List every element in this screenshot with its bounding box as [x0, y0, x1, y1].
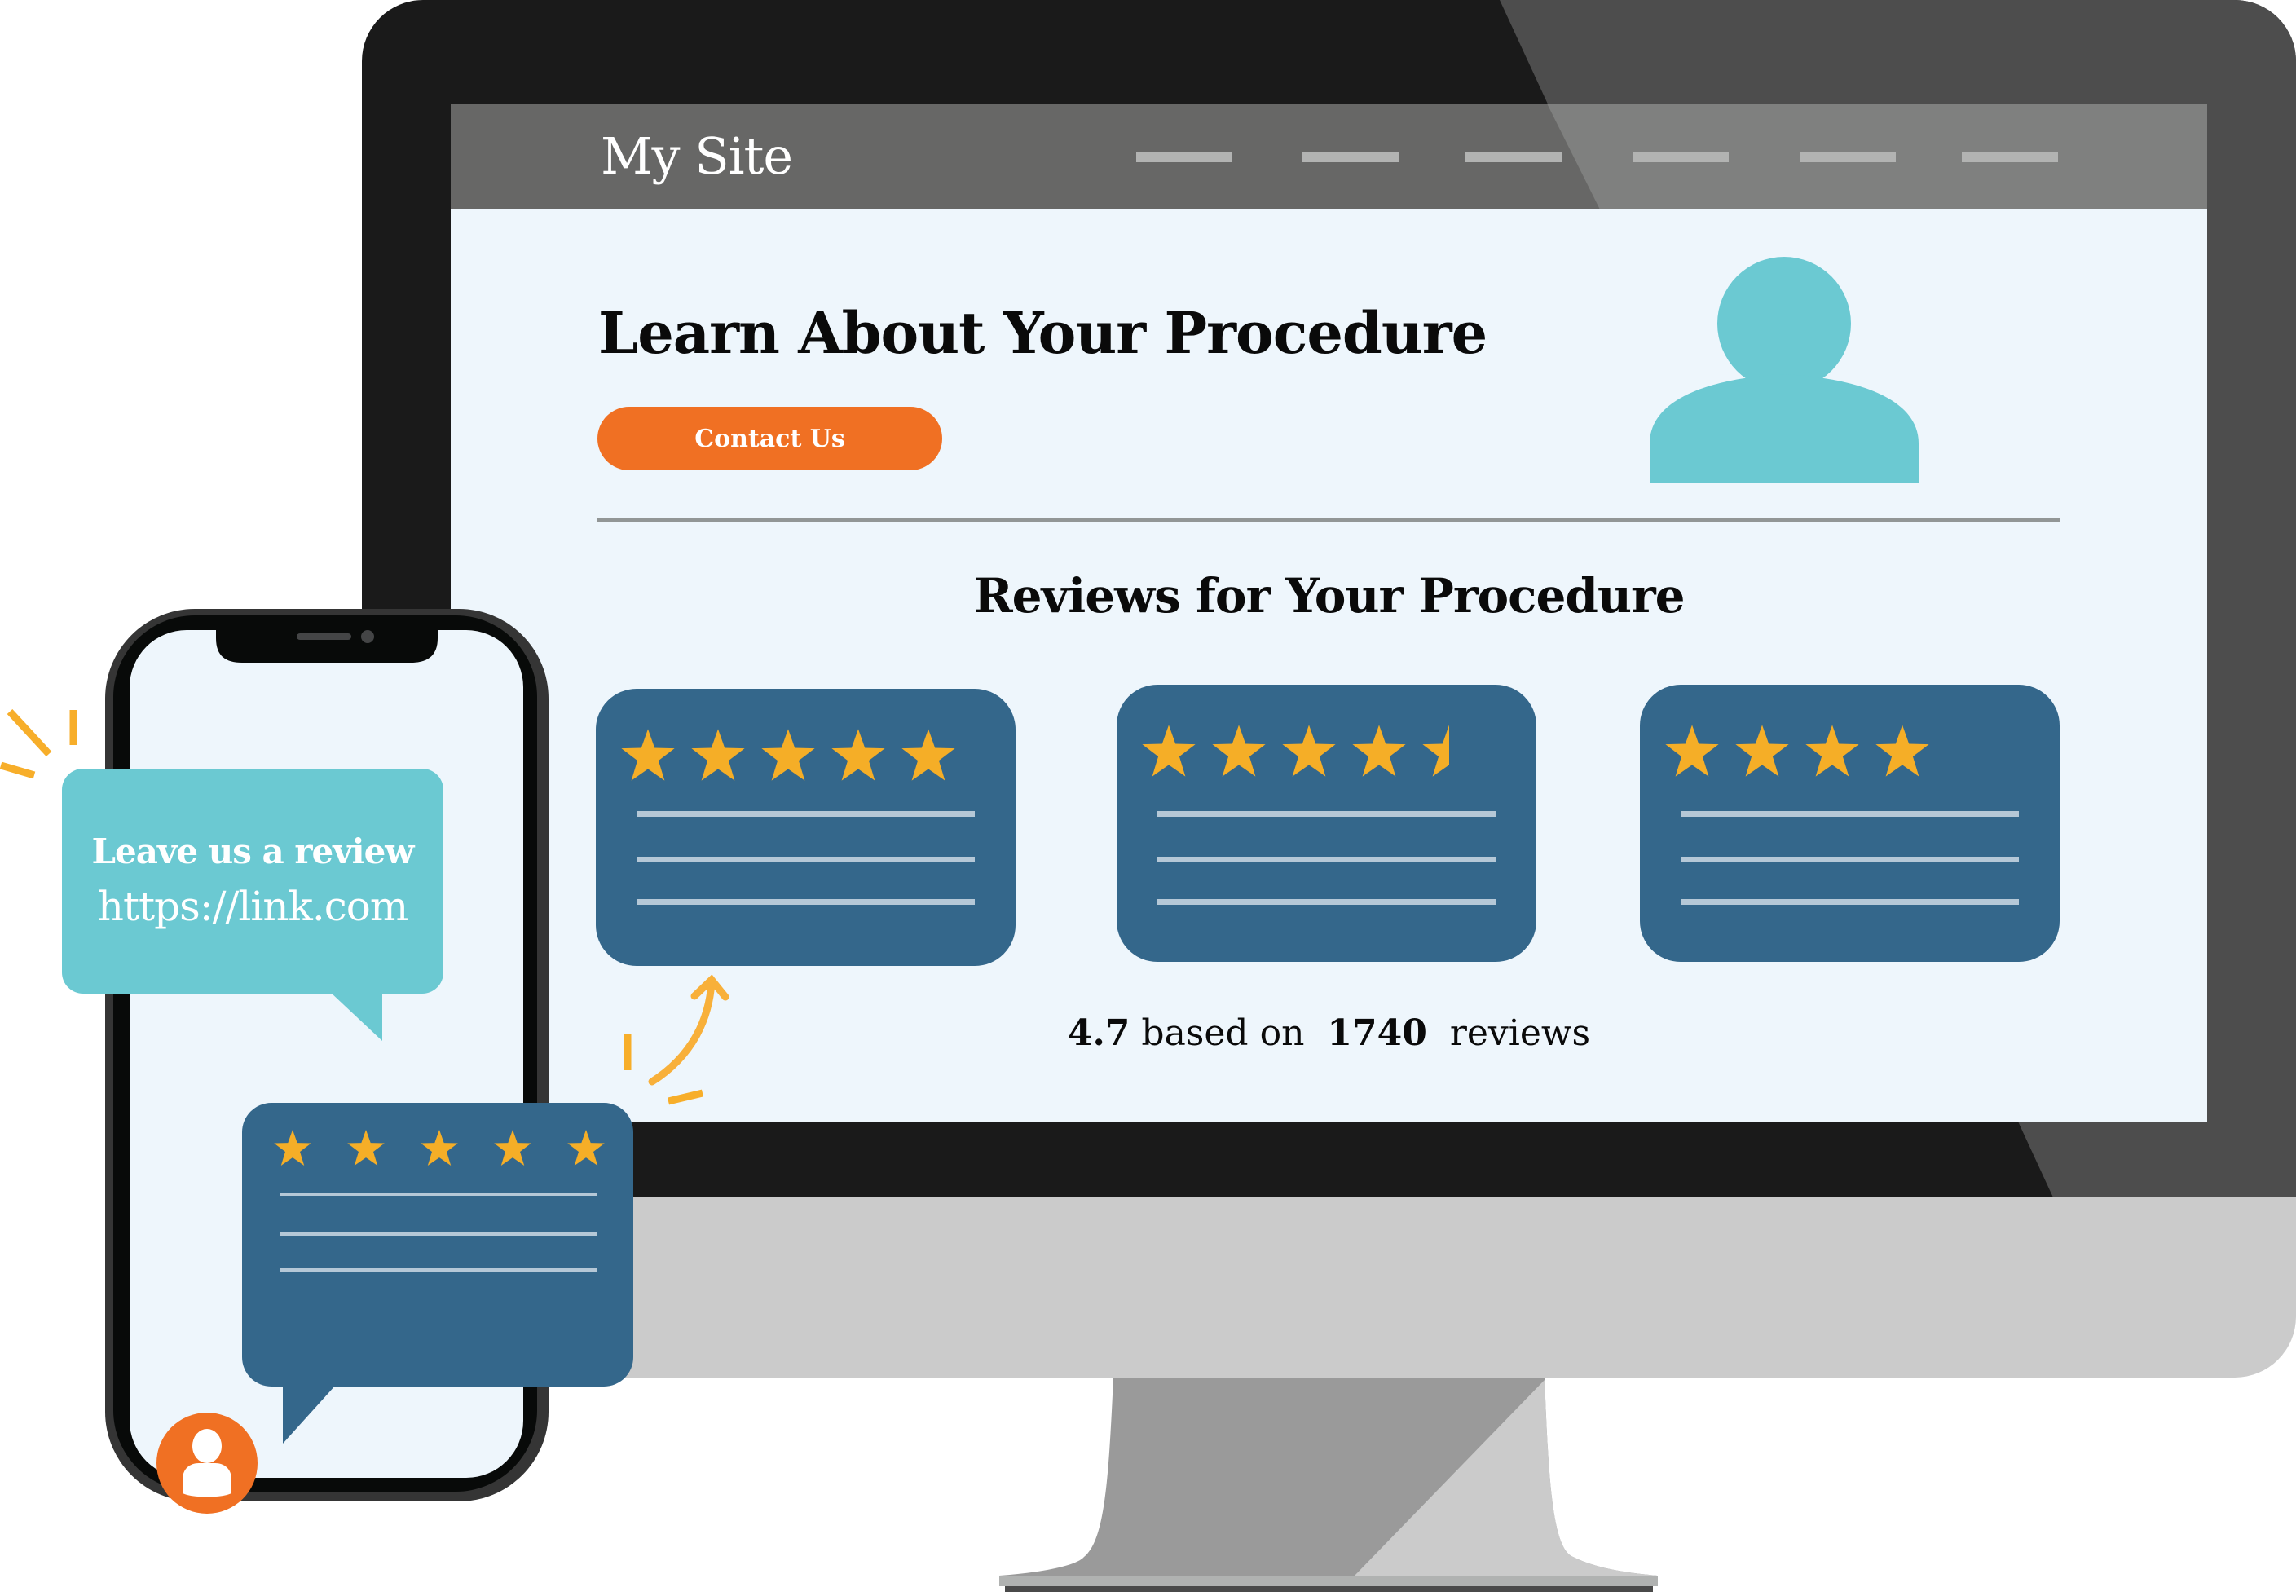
stand-neck — [999, 1378, 1658, 1576]
review-request-message[interactable]: Leave us a review https://link.com — [62, 769, 443, 994]
review-card-2[interactable] — [1117, 685, 1536, 962]
monitor-chin — [362, 1197, 2296, 1378]
review-card-1[interactable] — [596, 689, 1016, 966]
review-text-line — [1681, 811, 2019, 817]
section-divider — [597, 518, 2060, 522]
star-icon — [1875, 725, 1929, 777]
star-icon — [691, 729, 745, 781]
person-icon — [183, 1429, 231, 1497]
star-icon — [1282, 725, 1336, 777]
star-icon — [901, 729, 955, 781]
phone-review-bubble[interactable] — [242, 1103, 633, 1387]
stand-neck-highlight — [1355, 1378, 1658, 1576]
review-card-3[interactable] — [1640, 685, 2060, 962]
star-rating — [620, 728, 956, 783]
phone-notch — [216, 625, 438, 663]
star-icon — [347, 1129, 385, 1166]
based-on-label: based on — [1141, 1012, 1305, 1054]
nav-link-5[interactable] — [1800, 152, 1896, 162]
average-rating: 4.7 — [1067, 1012, 1130, 1054]
phone-speaker — [297, 633, 351, 640]
stand-base — [999, 1576, 1658, 1586]
stand-foot — [1005, 1586, 1653, 1592]
star-icon — [274, 1129, 311, 1166]
nav-link-6[interactable] — [1962, 152, 2058, 162]
star-icon — [831, 729, 885, 781]
review-link[interactable]: https://link.com — [62, 883, 443, 930]
star-icon — [1212, 725, 1266, 777]
rating-summary: 4.7 based on 1740 reviews — [451, 1012, 2207, 1054]
review-text-line — [1157, 857, 1496, 862]
sparkle-icon — [0, 708, 77, 779]
review-text-line — [280, 1193, 597, 1196]
half-star-icon — [1422, 725, 1449, 777]
star-icon — [1142, 725, 1196, 777]
nav-link-3[interactable] — [1465, 152, 1562, 162]
nav-link-2[interactable] — [1302, 152, 1399, 162]
hero-heading: Learn About Your Procedure — [598, 299, 1487, 367]
review-text-line — [280, 1268, 597, 1272]
review-text-line — [637, 857, 975, 862]
review-text-line — [1681, 899, 2019, 905]
phone-camera — [361, 630, 374, 643]
nav-link-1[interactable] — [1136, 152, 1232, 162]
star-rating — [273, 1129, 606, 1166]
review-text-line — [1157, 899, 1496, 905]
site-logo-title[interactable]: My Site — [601, 120, 793, 193]
star-icon — [1352, 725, 1406, 777]
star-rating — [1664, 724, 1930, 779]
review-text-line — [1157, 811, 1496, 817]
reviews-label: reviews — [1449, 1012, 1591, 1054]
review-text-line — [1681, 857, 2019, 862]
review-text-line — [637, 811, 975, 817]
star-icon — [494, 1129, 531, 1166]
reviews-heading: Reviews for Your Procedure — [973, 568, 1685, 624]
review-text-line — [280, 1232, 597, 1236]
star-icon — [621, 729, 675, 781]
nav-link-4[interactable] — [1633, 152, 1729, 162]
star-rating — [1141, 724, 1477, 779]
website-screen: My Site Learn About Your Procedure Conta… — [451, 104, 2207, 1122]
star-icon — [761, 729, 815, 781]
star-icon — [567, 1129, 605, 1166]
review-text-line — [637, 899, 975, 905]
contact-us-button[interactable]: Contact Us — [597, 407, 942, 470]
star-icon — [1805, 725, 1859, 777]
star-icon — [1665, 725, 1719, 777]
site-header: My Site — [451, 104, 2207, 209]
user-silhouette-icon — [1650, 257, 1919, 483]
star-icon — [1735, 725, 1789, 777]
user-avatar-icon[interactable] — [156, 1413, 258, 1514]
star-icon — [421, 1129, 458, 1166]
message-text: Leave us a review — [91, 831, 415, 871]
review-count: 1740 — [1327, 1012, 1427, 1054]
